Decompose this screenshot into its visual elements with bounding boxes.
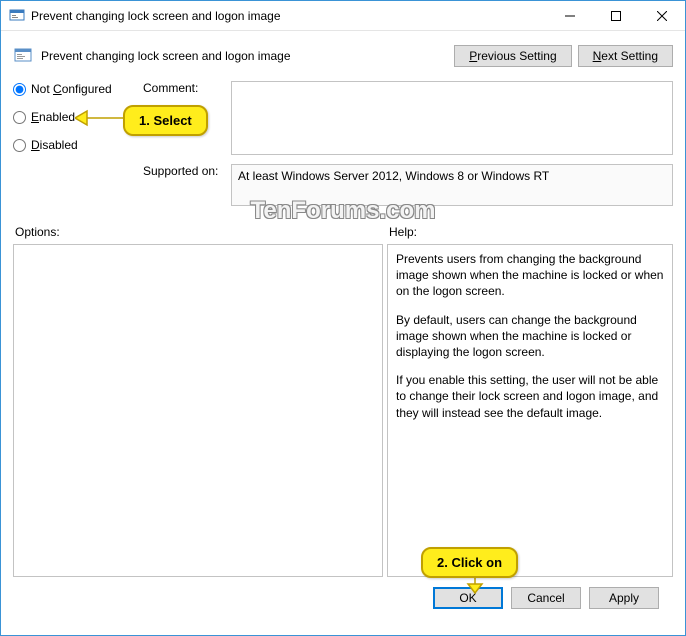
label-not-configured[interactable]: Not Configured bbox=[31, 82, 112, 96]
footer: 2. Click on OK Cancel Apply bbox=[13, 577, 673, 609]
radio-enabled[interactable] bbox=[13, 111, 26, 124]
apply-button[interactable]: Apply bbox=[589, 587, 659, 609]
label-disabled[interactable]: Disabled bbox=[31, 138, 78, 152]
help-box: Prevents users from changing the backgro… bbox=[387, 244, 673, 577]
previous-setting-button[interactable]: Previous Setting bbox=[454, 45, 571, 67]
label-enabled[interactable]: Enabled bbox=[31, 110, 75, 124]
titlebar: Prevent changing lock screen and logon i… bbox=[1, 1, 685, 31]
minimize-button[interactable] bbox=[547, 1, 593, 30]
supported-on-box: At least Windows Server 2012, Windows 8 … bbox=[231, 164, 673, 206]
window-controls bbox=[547, 1, 685, 30]
radio-not-configured[interactable] bbox=[13, 83, 26, 96]
supported-label: Supported on: bbox=[143, 164, 231, 206]
ok-button[interactable]: OK bbox=[433, 587, 503, 609]
close-button[interactable] bbox=[639, 1, 685, 30]
cancel-button[interactable]: Cancel bbox=[511, 587, 581, 609]
help-label: Help: bbox=[387, 225, 673, 239]
window-title: Prevent changing lock screen and logon i… bbox=[31, 9, 547, 23]
maximize-button[interactable] bbox=[593, 1, 639, 30]
options-label: Options: bbox=[13, 225, 387, 239]
app-icon bbox=[9, 8, 25, 24]
comment-label: Comment: bbox=[143, 81, 231, 155]
header-row: Prevent changing lock screen and logon i… bbox=[13, 39, 673, 81]
radio-disabled[interactable] bbox=[13, 139, 26, 152]
comment-textarea[interactable] bbox=[231, 81, 673, 155]
policy-icon bbox=[13, 46, 33, 66]
policy-title: Prevent changing lock screen and logon i… bbox=[41, 49, 291, 63]
options-box[interactable] bbox=[13, 244, 383, 577]
next-setting-button[interactable]: Next Setting bbox=[578, 45, 673, 67]
state-radio-group: Not Configured Enabled Disabled bbox=[13, 81, 123, 215]
